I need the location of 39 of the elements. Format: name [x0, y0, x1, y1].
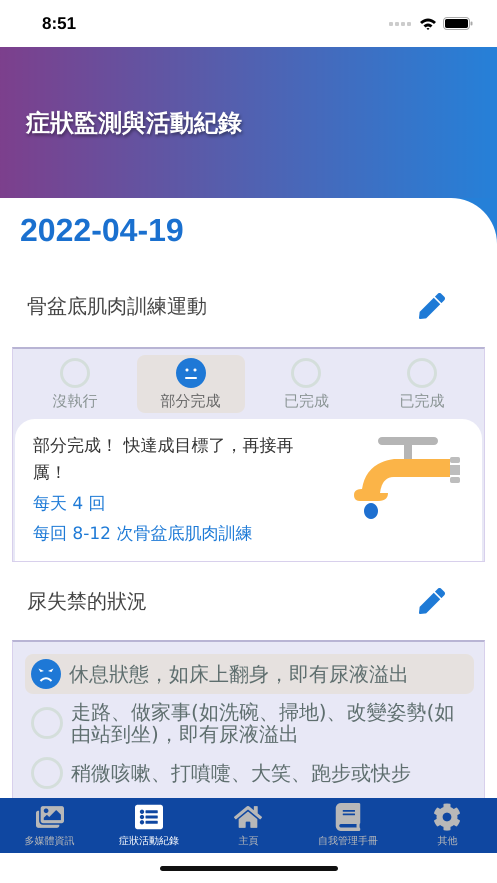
status-option[interactable]: 已完成 [252, 355, 360, 413]
date-text: 2022-04-19 [19, 212, 185, 249]
radio-icon [31, 707, 63, 739]
tab-item[interactable]: 多媒體資訊 [0, 798, 100, 853]
section-heading: 尿失禁的狀況 [27, 588, 147, 614]
status-option[interactable]: 已完成 [368, 355, 476, 413]
pencil-icon [419, 293, 445, 319]
edit-button[interactable] [419, 293, 445, 319]
settings-icon [433, 803, 462, 831]
signal-icon [389, 20, 413, 26]
radio-icon [407, 358, 438, 388]
goal-text: 每回 8-12 次骨盆底肌肉訓練 [33, 523, 254, 546]
status-time: 8:51 [42, 14, 76, 34]
pencil-icon [419, 588, 445, 614]
images-icon [36, 803, 64, 831]
feedback-message: 部分完成！ 快達成目標了，再接再厲！ [33, 435, 294, 485]
page-title: 症狀監測與活動紀錄 [26, 108, 242, 138]
radio-icon [291, 358, 322, 388]
tab-item[interactable]: 自我管理手冊 [298, 798, 398, 853]
edit-button[interactable] [419, 588, 445, 614]
goal-text: 每天 4 回 [33, 493, 107, 516]
wifi-icon [419, 17, 437, 30]
face-icon [31, 659, 61, 689]
tab-item[interactable]: 其他 [398, 798, 497, 853]
tab-item[interactable]: 主頁 [198, 798, 298, 853]
section-heading: 骨盆底肌肉訓練運動 [27, 292, 207, 320]
face-icon [176, 358, 206, 388]
tab-item[interactable]: 症狀活動紀錄 [99, 798, 199, 853]
status-option[interactable]: 沒執行 [21, 355, 129, 413]
list-icon [135, 803, 164, 831]
radio-icon [31, 757, 63, 789]
status-option[interactable]: 部分完成 [136, 355, 244, 413]
battery-icon [443, 17, 473, 30]
book-icon [334, 803, 362, 831]
symptom-option[interactable]: 休息狀態，如床上翻身，即有尿液溢出 [25, 654, 474, 694]
home-icon [234, 803, 262, 831]
symptom-option[interactable]: 稍微咳嗽、打噴嚏、大笑、跑步或快步 [25, 752, 474, 794]
radio-icon [60, 358, 90, 388]
symptom-option[interactable]: 走路、做家事(如洗碗、掃地)、改變姿勢(如由站到坐)，即有尿液溢出 [25, 696, 474, 750]
